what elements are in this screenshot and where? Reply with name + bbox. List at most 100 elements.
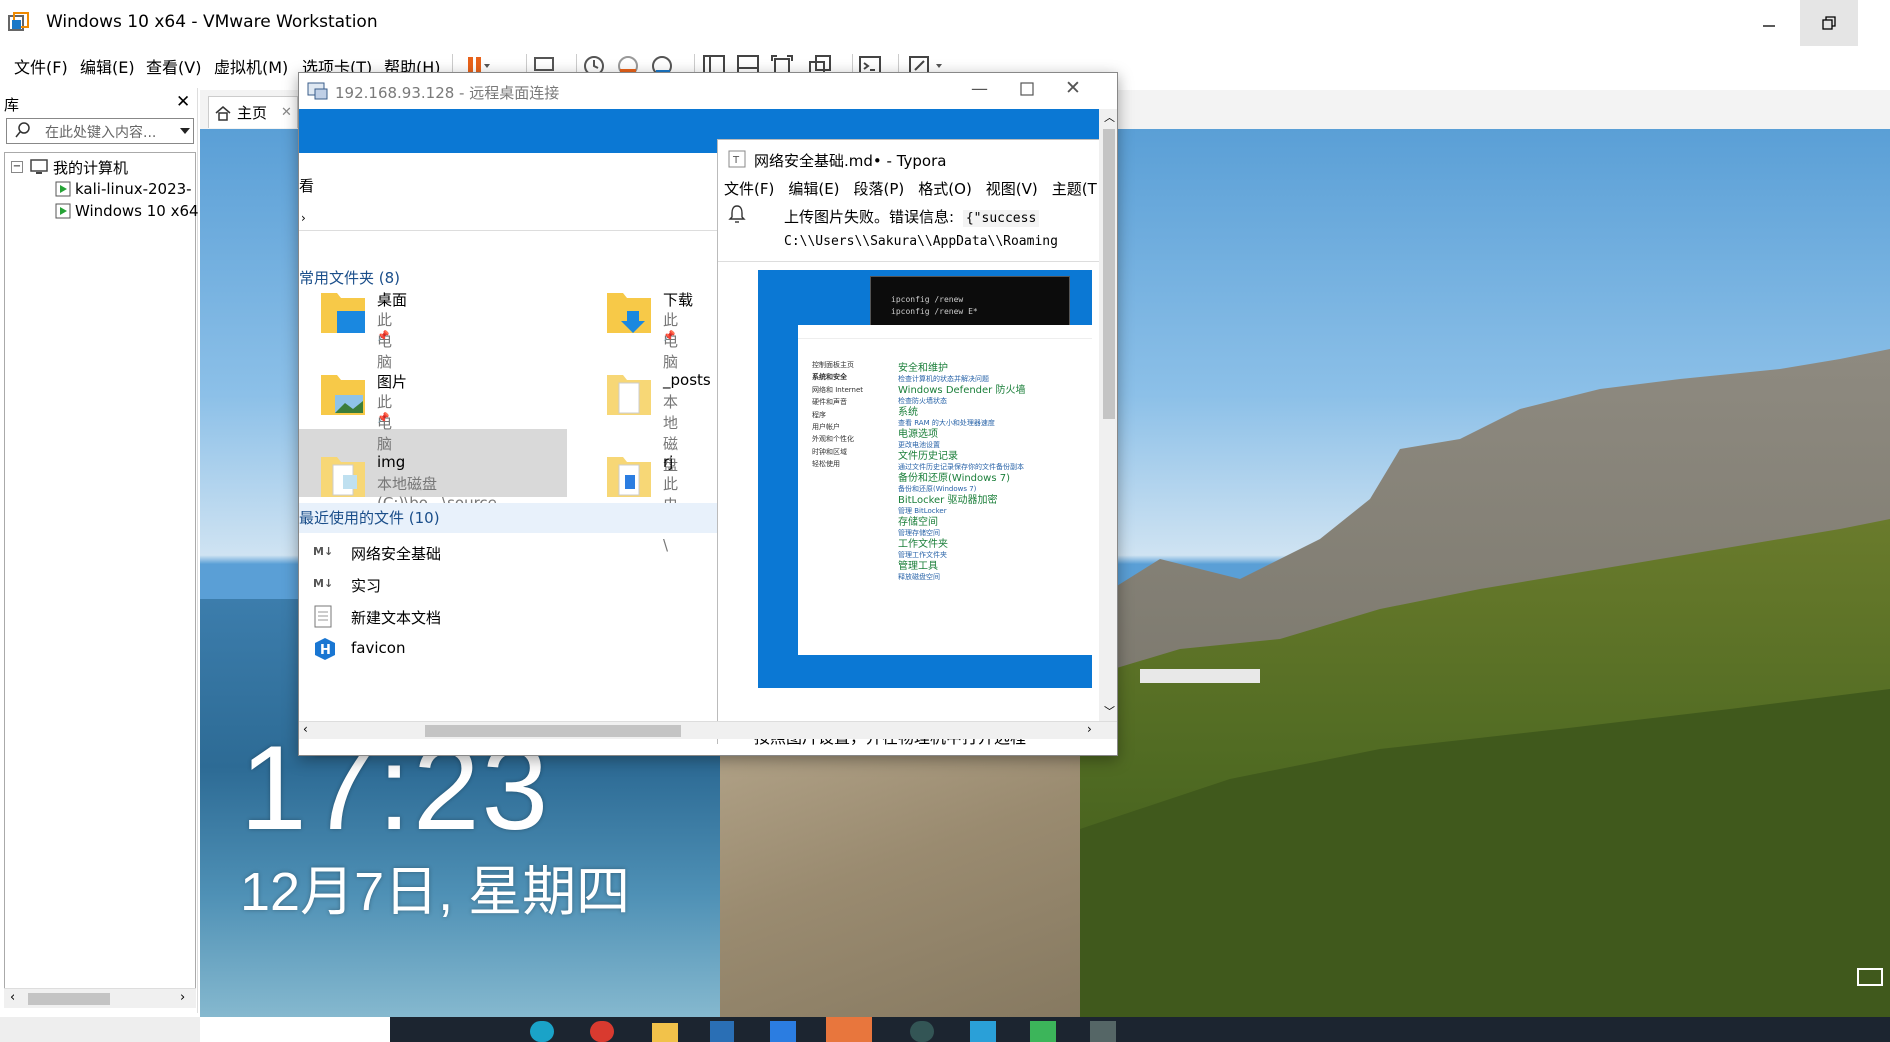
folder-name: _posts [663,371,711,389]
vmware-logo-icon [8,12,30,34]
tab-home[interactable]: 主页 ✕ [208,96,298,128]
cp-items: 安全和维护 检查计算机的状态并解决问题 Windows Defender 防火墙检… [898,363,1026,581]
explorer-address-bar[interactable]: › [299,209,717,231]
library-close-icon[interactable]: ✕ [176,92,190,112]
collapse-icon[interactable]: − [11,161,23,173]
recent-file-name: 网络安全基础 [351,545,442,563]
folder-item-pictures[interactable]: 图片 此电脑 📌 [319,367,407,453]
typora-menu-edit[interactable]: 编辑(E) [788,180,839,198]
menu-edit[interactable]: 编辑(E) [80,54,135,78]
folder-name: 下载 [663,291,694,309]
scroll-left-icon[interactable]: ‹ [10,990,15,1005]
taskbar-app-icon[interactable] [590,1021,614,1042]
folder-name: rj [663,453,674,471]
menu-file[interactable]: 文件(F) [14,54,68,78]
library-search-input[interactable]: 在此处键入内容... [6,118,194,144]
cp-nav: 控制面板主页 系统和安全 网络和 Internet 硬件和声音 程序 用户帐户 … [812,361,864,469]
typora-menu-format[interactable]: 格式(O) [918,180,972,198]
folder-item-posts[interactable]: _posts 本地磁盘 [605,367,711,474]
minimize-button[interactable] [1740,0,1798,46]
rdp-maximize-button[interactable] [1019,77,1035,99]
taskbar-app-icon[interactable] [710,1021,734,1042]
typora-icon: T [728,150,746,168]
rdp-minimize-button[interactable]: — [971,79,988,99]
taskbar-app-icon[interactable] [770,1021,796,1042]
recent-files-header[interactable]: 最近使用的文件 (10) [299,507,440,528]
restore-button[interactable] [1800,0,1858,46]
vmware-title-bar: Windows 10 x64 - VMware Workstation [0,0,1890,46]
recent-file-name: favicon [351,639,406,657]
taskbar-app-icon[interactable] [1090,1021,1116,1042]
favicon-file-icon: H [313,637,337,661]
text-file-icon [313,605,333,629]
lockscreen-date: 12月7日, 星期四 [240,862,631,922]
taskbar-app-icon[interactable] [970,1021,996,1042]
scroll-right-icon[interactable]: › [1087,722,1092,736]
tree-item-windows10[interactable]: Windows 10 x64 [5,200,199,222]
folder-name: 桌面 [377,291,408,309]
tree-item-kali[interactable]: kali-linux-2023- [5,178,195,200]
upload-error-prefix: 上传图片失败。错误信息: [784,208,955,226]
scroll-left-icon[interactable]: ‹ [303,722,308,736]
pictures-folder-icon [321,375,365,415]
taskbar-app-icon[interactable] [1030,1021,1056,1042]
vm-running-icon [55,181,71,197]
wallpaper-mountains [1080,349,1890,1017]
typora-menu-theme[interactable]: 主题(T [1052,180,1097,198]
recent-file-item[interactable]: 新建文本文档 [313,605,693,631]
library-title: 库 [4,96,20,114]
library-panel: 库 ✕ 在此处键入内容... − 我的计算机 kali-linux-2023- [0,88,199,1013]
embedded-screenshot-image[interactable]: ipconfig /renew ipconfig /renew E* 控制面板主… [758,270,1092,688]
address-chevron-icon: › [301,211,306,225]
typora-menu-paragraph[interactable]: 段落(P) [854,180,905,198]
tree-root[interactable]: − 我的计算机 [5,156,195,178]
search-dropdown-icon[interactable] [179,121,191,139]
rdp-vertical-scrollbar[interactable]: ︿ ﹀ [1099,109,1117,721]
accessibility-icon[interactable] [1856,965,1886,989]
typora-menu-bar: 文件(F) 编辑(E) 段落(P) 格式(O) 视图(V) 主题(T [724,178,1111,199]
recent-file-item[interactable]: M↓ 网络安全基础 [313,541,693,567]
taskbar-folder-icon[interactable] [652,1023,678,1042]
pin-icon: 📌 [377,331,390,342]
screenshot-cmd-window: ipconfig /renew ipconfig /renew E* [870,276,1070,328]
explorer-view-tab[interactable]: 看 [299,175,314,196]
rdp-close-button[interactable]: ✕ [1065,77,1081,99]
folder-item-downloads[interactable]: 下载 此电脑 📌 [605,285,693,371]
rdp-icon [307,81,329,101]
taskbar-active-app[interactable] [826,1017,872,1042]
folder-item-desktop[interactable]: 桌面 此电脑 📌 [319,285,407,371]
tab-close-icon[interactable]: ✕ [281,105,292,120]
menu-view[interactable]: 查看(V) [146,54,201,78]
taskbar-app-icon[interactable] [530,1021,554,1042]
recent-file-item[interactable]: H favicon [313,637,693,663]
menu-vm[interactable]: 虚拟机(M) [214,54,288,78]
rdp-remote-screen[interactable]: 看 › 常用文件夹 (8) 桌面 此电脑 📌 下载 此电脑 📌 图片 此电脑 📌 [299,109,1117,755]
computer-icon [29,158,49,176]
markdown-file-icon: M↓ [313,545,334,558]
library-horizontal-scrollbar[interactable]: ‹ › [4,988,196,1008]
scroll-thumb[interactable] [1103,129,1115,419]
search-placeholder: 在此处键入内容... [45,125,157,141]
typora-menu-file[interactable]: 文件(F) [724,180,774,198]
window-title: Windows 10 x64 - VMware Workstation [46,12,378,32]
rdp-horizontal-scrollbar[interactable]: ‹ › [299,721,1117,739]
scroll-thumb[interactable] [28,993,110,1005]
folder-item-rj[interactable]: rj 此电脑\ [605,449,678,554]
folder-icon [607,457,651,497]
scroll-right-icon[interactable]: › [180,990,185,1005]
guest-taskbar [390,1017,1890,1042]
taskbar-app-icon[interactable] [910,1021,934,1042]
svg-text:T: T [732,155,740,166]
folder-item-img[interactable]: img 本地磁盘 (C:)\bo...\source [319,449,497,512]
home-icon [215,105,231,121]
folder-name: 图片 [377,373,408,391]
upload-error-message: 上传图片失败。错误信息: {"success [784,206,1040,227]
scroll-up-icon[interactable]: ︿ [1104,109,1115,125]
recent-file-item[interactable]: M↓ 实习 [313,573,693,599]
scroll-thumb[interactable] [425,725,681,737]
folder-icon [607,375,651,415]
library-header: 库 ✕ [0,88,198,116]
tab-home-label: 主页 [237,104,268,122]
scroll-down-icon[interactable]: ﹀ [1104,703,1115,719]
typora-menu-view[interactable]: 视图(V) [986,180,1038,198]
